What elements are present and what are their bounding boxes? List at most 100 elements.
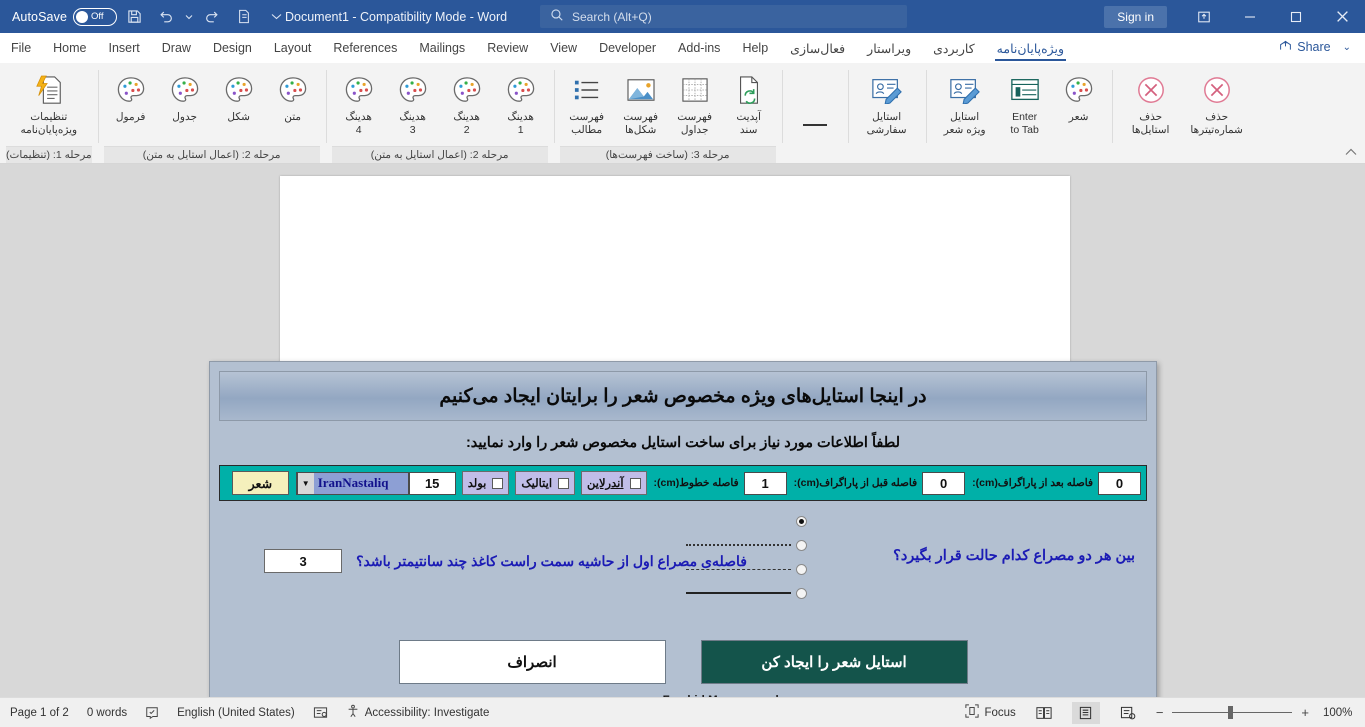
tab-insert[interactable]: Insert — [98, 33, 151, 63]
ribbon-button-update-document[interactable]: آپدیت سند — [722, 67, 776, 139]
tab-draw[interactable]: Draw — [151, 33, 202, 63]
tab-design[interactable]: Design — [202, 33, 263, 63]
font-size-input[interactable]: 15 — [409, 473, 455, 494]
font-name-value[interactable]: IranNastaliq — [314, 473, 409, 494]
ribbon-button-heading-2[interactable]: هدینگ 2 — [440, 67, 494, 139]
tab-file[interactable]: File — [0, 33, 42, 63]
autosave-label: AutoSave — [12, 10, 67, 24]
ribbon-display-options-icon[interactable] — [1181, 0, 1227, 33]
radio-option-none[interactable] — [686, 509, 807, 533]
maximize-restore-icon[interactable] — [1273, 0, 1319, 33]
radio-option-solid[interactable] — [686, 581, 807, 605]
ribbon-button-table-index[interactable]: فهرست جداول — [668, 67, 722, 139]
language-label[interactable]: English (United States) — [177, 707, 295, 719]
zoom-in-button[interactable]: + — [1301, 705, 1309, 720]
undo-icon[interactable] — [151, 3, 181, 31]
ribbon-button-enter-to-tab[interactable]: Enter to Tab — [998, 67, 1052, 139]
web-layout-icon[interactable] — [1114, 702, 1142, 724]
print-layout-icon[interactable] — [1072, 702, 1100, 724]
ribbon-button-thesis-settings[interactable]: تنظیمات ویژه‌پایان‌نامه — [16, 67, 82, 139]
checkbox-italic[interactable]: ایتالیک — [515, 471, 575, 495]
ribbon-button-heading-1[interactable]: هدینگ 1 — [494, 67, 548, 139]
ribbon-button-custom-style[interactable]: استایل سفارشی — [854, 67, 920, 139]
tab-editor[interactable]: ویراستار — [856, 33, 922, 63]
tab-review[interactable]: Review — [476, 33, 539, 63]
ribbon-button-shape[interactable]: شکل — [212, 67, 266, 126]
tab-utility[interactable]: کاربردی — [922, 33, 986, 63]
track-changes-icon[interactable] — [313, 706, 328, 720]
options-section: بین هر دو مصراع کدام حالت قرار بگیرد؟ — [219, 501, 1147, 636]
proofing-icon[interactable] — [145, 706, 159, 720]
radio-dot[interactable] — [796, 588, 807, 599]
minimize-icon[interactable] — [1227, 0, 1273, 33]
checkbox-box[interactable] — [492, 478, 503, 489]
dialog-subtitle: لطفاً اطلاعات مورد نیاز برای ساخت استایل… — [219, 421, 1147, 465]
ribbon-button-delete-heading-numbers[interactable]: حذف شماره‌تیترها — [1184, 67, 1250, 139]
ribbon-button-toc[interactable]: فهرست مطالب — [560, 67, 614, 139]
font-select[interactable]: ▼ IranNastaliq 15 — [296, 472, 456, 495]
space-before-input[interactable]: 0 — [922, 472, 965, 495]
accessibility-item[interactable]: Accessibility: Investigate — [346, 704, 490, 721]
zoom-track[interactable] — [1172, 712, 1292, 714]
sign-in-button[interactable]: Sign in — [1104, 6, 1167, 28]
style-card-pencil-icon — [949, 71, 981, 109]
radio-dot[interactable] — [796, 516, 807, 527]
cancel-button[interactable]: انصراف — [399, 640, 666, 684]
autosave-toggle[interactable]: Off — [73, 8, 117, 26]
save-icon[interactable] — [119, 3, 149, 31]
chevron-down-icon[interactable]: ▼ — [297, 473, 314, 494]
ribbon-button-formula[interactable]: فرمول — [104, 67, 158, 126]
radio-dot[interactable] — [796, 564, 807, 575]
checkbox-bold[interactable]: بولد — [462, 471, 510, 495]
ribbon-button-heading-3[interactable]: هدینگ 3 — [386, 67, 440, 139]
ribbon-group-settings: تنظیمات ویژه‌پایان‌نامه مرحله 1: (تنظیما… — [0, 63, 98, 163]
margin-input[interactable]: 3 — [264, 549, 342, 573]
tab-addins[interactable]: Add-ins — [667, 33, 731, 63]
tab-help[interactable]: Help — [731, 33, 779, 63]
ribbon-button-table[interactable]: جدول — [158, 67, 212, 126]
line-spacing-input[interactable]: 1 — [744, 472, 787, 495]
zoom-slider[interactable]: − + — [1156, 705, 1309, 720]
ribbon-button-figure-index[interactable]: فهرست شکل‌ها — [614, 67, 668, 139]
radio-dot[interactable] — [796, 540, 807, 551]
palette-icon — [506, 71, 536, 109]
enter-to-tab-icon — [1010, 71, 1040, 109]
read-mode-icon[interactable] — [1030, 702, 1058, 724]
checkbox-underline[interactable]: آندرلاین — [581, 471, 647, 495]
ribbon-button-poem-style[interactable]: استایل ویژه شعر — [932, 67, 998, 139]
page-count[interactable]: Page 1 of 2 — [10, 707, 69, 719]
ribbon-button-label: حذف شماره‌تیترها — [1190, 111, 1242, 137]
collapse-ribbon-icon[interactable] — [1345, 147, 1357, 159]
space-after-input[interactable]: 0 — [1098, 472, 1141, 495]
close-icon[interactable] — [1319, 0, 1365, 33]
share-caret-icon[interactable]: ⌄ — [1343, 42, 1357, 53]
undo-dropdown-icon[interactable] — [183, 3, 195, 31]
tab-layout[interactable]: Layout — [263, 33, 323, 63]
tab-developer[interactable]: Developer — [588, 33, 667, 63]
print-preview-icon[interactable] — [229, 3, 259, 31]
zoom-thumb[interactable] — [1228, 706, 1233, 719]
redo-icon[interactable] — [197, 3, 227, 31]
tab-thesis-special[interactable]: ویژه‌پایان‌نامه — [986, 33, 1075, 63]
checkbox-box[interactable] — [630, 478, 641, 489]
ribbon-button-poem[interactable]: شعر — [1052, 67, 1106, 126]
tab-activation[interactable]: فعال‌سازی — [779, 33, 856, 63]
search-box[interactable]: Search (Alt+Q) — [540, 5, 907, 28]
ribbon-button-text[interactable]: متن — [266, 67, 320, 126]
zoom-level[interactable]: 100% — [1323, 707, 1355, 719]
zoom-out-button[interactable]: − — [1156, 705, 1164, 720]
create-poem-style-button[interactable]: استایل شعر را ایجاد کن — [701, 640, 968, 684]
tab-view[interactable]: View — [539, 33, 588, 63]
checkbox-box[interactable] — [558, 478, 569, 489]
word-count[interactable]: 0 words — [87, 707, 127, 719]
tab-home[interactable]: Home — [42, 33, 97, 63]
autosave-state-label: Off — [91, 11, 104, 22]
share-button[interactable]: Share — [1271, 36, 1338, 58]
ribbon-button-dash[interactable] — [788, 102, 842, 146]
focus-mode-item[interactable]: Focus — [965, 704, 1015, 721]
tab-mailings[interactable]: Mailings — [408, 33, 476, 63]
ribbon-button-delete-styles[interactable]: حذف استایل‌ها — [1118, 67, 1184, 139]
ribbon-button-heading-4[interactable]: هدینگ 4 — [332, 67, 386, 139]
tab-references[interactable]: References — [322, 33, 408, 63]
ribbon-button-label: آپدیت سند — [736, 111, 761, 137]
